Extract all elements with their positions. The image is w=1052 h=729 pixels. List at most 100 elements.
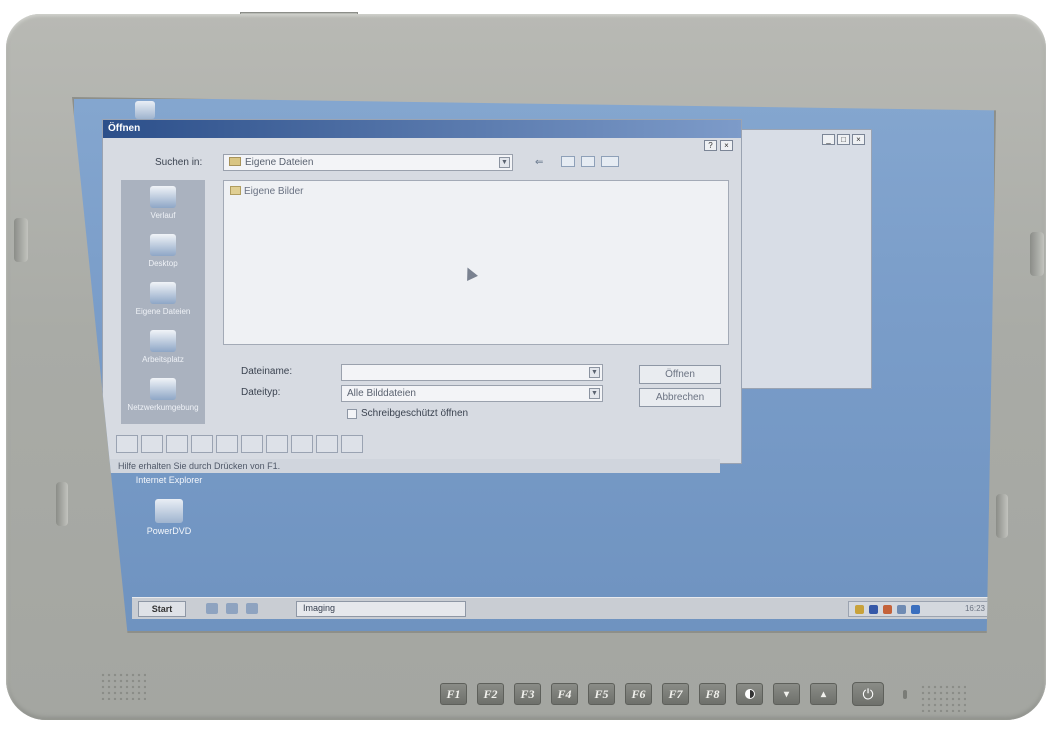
place-label: Arbeitsplatz xyxy=(142,355,184,364)
filetype-value: Alle Bilddateien xyxy=(347,388,416,399)
minimize-button[interactable]: _ xyxy=(822,134,835,145)
taskbar-button-imaging[interactable]: Imaging xyxy=(296,601,466,617)
f4-key[interactable]: F4 xyxy=(551,683,578,705)
place-desktop[interactable]: Desktop xyxy=(121,234,205,268)
file-item-folder[interactable]: Eigene Bilder xyxy=(230,186,303,197)
quicklaunch-browser-icon[interactable] xyxy=(226,603,238,614)
toolbar-button[interactable] xyxy=(166,435,188,453)
quicklaunch-media-icon[interactable] xyxy=(246,603,258,614)
toolbar-button[interactable] xyxy=(241,435,263,453)
f6-key[interactable]: F6 xyxy=(625,683,652,705)
de-language-icon[interactable] xyxy=(869,605,878,614)
left-handle xyxy=(14,218,28,262)
taskbar: Start Imaging 16:23 xyxy=(132,597,994,619)
contrast-icon xyxy=(744,689,755,699)
desktop-icon-powerdvd[interactable]: PowerDVD xyxy=(134,499,204,536)
chevron-down-icon[interactable]: ▼ xyxy=(589,388,600,399)
start-button[interactable]: Start xyxy=(138,601,186,617)
chevron-down-icon[interactable]: ▼ xyxy=(589,367,600,378)
desktop-icon xyxy=(150,234,176,256)
my-documents-icon xyxy=(150,282,176,304)
back-arrow-icon[interactable]: ⇐ xyxy=(535,157,543,168)
history-icon xyxy=(150,186,176,208)
right-handle xyxy=(1030,232,1044,276)
look-in-label: Suchen in: xyxy=(155,157,203,168)
left-lower-handle xyxy=(56,482,68,526)
brightness-down-icon: ▾ xyxy=(783,688,790,700)
dialog-title: Öffnen xyxy=(103,120,741,138)
f2-key[interactable]: F2 xyxy=(477,683,504,705)
right-lower-handle xyxy=(996,494,1008,538)
readonly-checkbox[interactable] xyxy=(347,409,357,419)
f5-key[interactable]: F5 xyxy=(588,683,615,705)
place-my-documents[interactable]: Eigene Dateien xyxy=(121,282,205,316)
app-toolbar xyxy=(116,435,363,453)
folder-icon xyxy=(229,157,241,166)
toolbar-button[interactable] xyxy=(116,435,138,453)
file-list[interactable]: Eigene Bilder xyxy=(223,180,729,345)
filename-label: Dateiname: xyxy=(241,366,293,377)
toolbar-button[interactable] xyxy=(191,435,213,453)
f7-key[interactable]: F7 xyxy=(662,683,689,705)
desktop-shortcut-icon xyxy=(135,101,155,119)
place-label: Verlauf xyxy=(150,211,176,220)
cancel-button[interactable]: Abbrechen xyxy=(639,388,721,407)
places-bar: Verlauf Desktop Eigene Dateien Arbeitspl… xyxy=(121,180,205,424)
toolbar-button[interactable] xyxy=(316,435,338,453)
speaker-icon[interactable] xyxy=(855,605,864,614)
desktop-icon-internet-explorer[interactable]: Internet Explorer xyxy=(134,475,204,485)
background-window[interactable]: _ □ × xyxy=(726,129,872,389)
dialog-close-button[interactable]: × xyxy=(720,140,733,151)
look-in-select[interactable]: Eigene Dateien ▼ xyxy=(223,154,513,171)
toolbar-button[interactable] xyxy=(341,435,363,453)
open-button[interactable]: Öffnen xyxy=(639,365,721,384)
place-my-computer[interactable]: Arbeitsplatz xyxy=(121,330,205,364)
function-keys: F1 F2 F3 F4 F5 F6 F7 F8 ▾ ▴ xyxy=(440,683,837,705)
filetype-label: Dateityp: xyxy=(241,387,281,398)
help-button[interactable]: ? xyxy=(704,140,717,151)
toolbar-button[interactable] xyxy=(216,435,238,453)
toolbar-button[interactable] xyxy=(291,435,313,453)
close-button[interactable]: × xyxy=(852,134,865,145)
right-speaker-grille xyxy=(920,684,966,712)
place-label: Eigene Dateien xyxy=(135,307,191,316)
filename-input[interactable]: ▼ xyxy=(341,364,603,381)
toolbar-button[interactable] xyxy=(266,435,288,453)
powerdvd-icon xyxy=(155,499,183,523)
place-history[interactable]: Verlauf xyxy=(121,186,205,220)
readonly-label: Schreibgeschützt öffnen xyxy=(361,408,469,419)
brightness-down-key[interactable]: ▾ xyxy=(773,683,800,705)
left-speaker-grille xyxy=(100,672,146,700)
toolbar-button[interactable] xyxy=(141,435,163,453)
f1-key[interactable]: F1 xyxy=(440,683,467,705)
new-folder-icon[interactable] xyxy=(581,156,595,167)
network-tray-icon[interactable] xyxy=(883,605,892,614)
up-folder-icon[interactable] xyxy=(561,156,575,167)
search-tray-icon[interactable] xyxy=(897,605,906,614)
screen: Internet Explorer PowerDVD _ □ × Öffnen … xyxy=(72,97,996,633)
shield-icon[interactable] xyxy=(911,605,920,614)
filetype-select[interactable]: Alle Bilddateien ▼ xyxy=(341,385,603,402)
place-label: Netzwerkumgebung xyxy=(127,403,199,412)
desktop-icon-label: Internet Explorer xyxy=(135,475,203,485)
chevron-down-icon[interactable]: ▼ xyxy=(499,157,510,168)
file-item-label: Eigene Bilder xyxy=(244,186,304,197)
look-in-value: Eigene Dateien xyxy=(245,157,314,168)
power-button[interactable]: ⏻ xyxy=(852,682,884,706)
folder-icon xyxy=(230,186,241,195)
place-network[interactable]: Netzwerkumgebung xyxy=(121,378,205,412)
mouse-cursor-icon xyxy=(462,265,478,281)
contrast-key[interactable] xyxy=(736,683,763,705)
open-dialog: Öffnen ? × Suchen in: Eigene Dateien ▼ ⇐… xyxy=(102,119,742,464)
brightness-up-key[interactable]: ▴ xyxy=(810,683,837,705)
desktop-icon-label: PowerDVD xyxy=(146,526,192,536)
f3-key[interactable]: F3 xyxy=(514,683,541,705)
f8-key[interactable]: F8 xyxy=(699,683,726,705)
power-icon: ⏻ xyxy=(862,685,874,702)
maximize-button[interactable]: □ xyxy=(837,134,850,145)
computer-icon xyxy=(150,330,176,352)
system-tray: 16:23 xyxy=(848,601,992,617)
view-menu-icon[interactable] xyxy=(601,156,619,167)
quicklaunch-desktop-icon[interactable] xyxy=(206,603,218,614)
clock: 16:23 xyxy=(964,604,985,613)
